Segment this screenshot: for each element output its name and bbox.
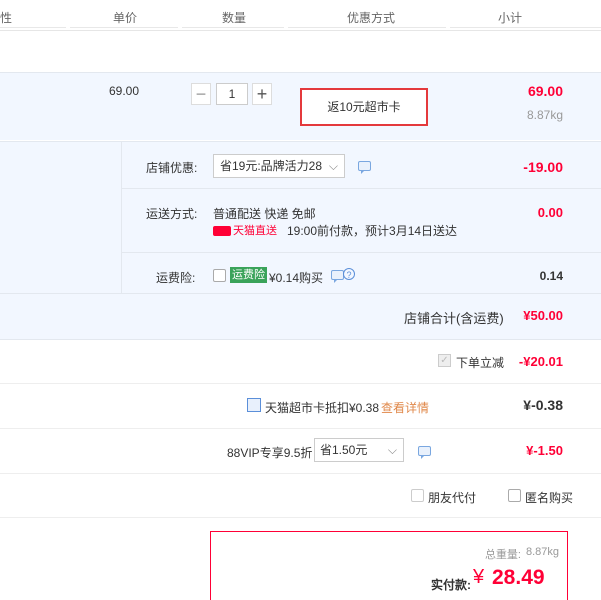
insurance-amount: 0.14 xyxy=(539,269,563,283)
header-divider xyxy=(288,27,446,28)
vip-select-value: 省1.50元 xyxy=(320,443,368,457)
divider xyxy=(0,473,601,474)
quantity-decrease-button[interactable]: − xyxy=(191,83,211,105)
insurance-badge: 运费险 xyxy=(230,267,267,283)
divider xyxy=(0,517,601,518)
divider xyxy=(0,339,601,340)
header-attr: 性 xyxy=(0,11,13,25)
weight-label: 总重量: xyxy=(484,549,521,561)
vip-select[interactable]: 省1.50元 ⌵ xyxy=(314,438,404,462)
weight-value: 8.87kg xyxy=(525,546,559,558)
message-icon[interactable] xyxy=(358,161,371,174)
card-detail-link[interactable]: 查看详情 xyxy=(381,399,429,416)
header-divider xyxy=(70,27,178,28)
shop-total-amount: ¥50.00 xyxy=(523,308,563,323)
insurance-checkbox[interactable] xyxy=(213,269,226,282)
header-quantity: 数量 xyxy=(222,11,247,25)
insurance-label: 运费险: xyxy=(156,271,196,285)
shipping-label: 运送方式: xyxy=(146,207,198,221)
item-subtotal: 69.00 xyxy=(527,83,563,99)
pay-amount: 28.49 xyxy=(492,566,545,589)
card-amount: ¥-0.38 xyxy=(523,397,563,413)
promo-text: 返10元超市卡 xyxy=(327,100,401,114)
help-icon[interactable]: ? xyxy=(343,268,355,280)
instant-discount-label: 下单立减 xyxy=(456,356,505,370)
chevron-down-icon: ⌵ xyxy=(387,443,397,457)
shipping-brand: 天猫直送 xyxy=(233,225,277,237)
shop-discount-label: 店铺优惠: xyxy=(146,161,198,175)
pay-currency: ¥ xyxy=(473,566,485,588)
item-unit-price: 69.00 xyxy=(109,84,140,98)
chevron-down-icon: ⌵ xyxy=(328,159,338,173)
shop-discount-amount: -19.00 xyxy=(523,159,563,175)
message-icon[interactable] xyxy=(331,270,344,283)
card-checkbox[interactable] xyxy=(247,398,261,412)
anonymous-checkbox[interactable] xyxy=(508,489,521,502)
insurance-text: ¥0.14购买 xyxy=(269,271,324,285)
shop-total-label: 店铺合计(含运费) xyxy=(404,311,504,326)
card-label: 天猫超市卡抵扣¥0.38 xyxy=(265,401,380,415)
shipping-method: 普通配送 快递 免邮 xyxy=(213,207,316,221)
header-discount: 优惠方式 xyxy=(347,11,396,25)
quantity-increase-button[interactable]: + xyxy=(252,83,272,105)
header-price: 单价 xyxy=(113,11,138,25)
header-divider xyxy=(0,27,66,28)
divider xyxy=(0,293,601,294)
promo-highlight: 返10元超市卡 xyxy=(300,88,428,126)
header-divider xyxy=(450,27,601,28)
panel-divider xyxy=(121,252,601,253)
item-weight: 8.87kg xyxy=(526,108,563,122)
instant-discount-checkbox: ✓ xyxy=(438,354,451,367)
table-header: 性 单价 数量 优惠方式 小计 xyxy=(0,0,601,31)
friend-pay-label: 朋友代付 xyxy=(428,491,477,505)
anonymous-label: 匿名购买 xyxy=(525,491,574,505)
header-divider xyxy=(182,27,284,28)
pay-label: 实付款: xyxy=(431,578,471,592)
vip-amount: ¥-1.50 xyxy=(526,443,563,458)
shop-discount-select[interactable]: 省19元:品牌活力28 ⌵ xyxy=(213,154,345,178)
divider xyxy=(0,383,601,384)
shipping-amount: 0.00 xyxy=(537,205,563,220)
instant-discount-amount: -¥20.01 xyxy=(518,354,563,369)
panel-divider xyxy=(121,188,601,189)
tmall-direct-logo: 天猫直送 xyxy=(213,222,277,237)
message-icon[interactable] xyxy=(418,446,431,459)
shop-discount-value: 省19元:品牌活力28 xyxy=(220,159,323,173)
divider xyxy=(0,72,601,73)
divider xyxy=(0,141,601,142)
divider xyxy=(0,428,601,429)
header-subtotal: 小计 xyxy=(498,11,523,25)
quantity-input[interactable]: 1 xyxy=(216,83,248,105)
tmall-cat-icon xyxy=(213,226,231,237)
payment-summary: 总重量: 8.87kg 实付款: ¥ 28.49 xyxy=(210,531,568,600)
vip-label: 88VIP专享9.5折 xyxy=(227,446,313,460)
panel-divider xyxy=(121,141,122,293)
shipping-note: 19:00前付款，预计3月14日送达 xyxy=(287,224,458,238)
friend-pay-checkbox[interactable] xyxy=(411,489,424,502)
